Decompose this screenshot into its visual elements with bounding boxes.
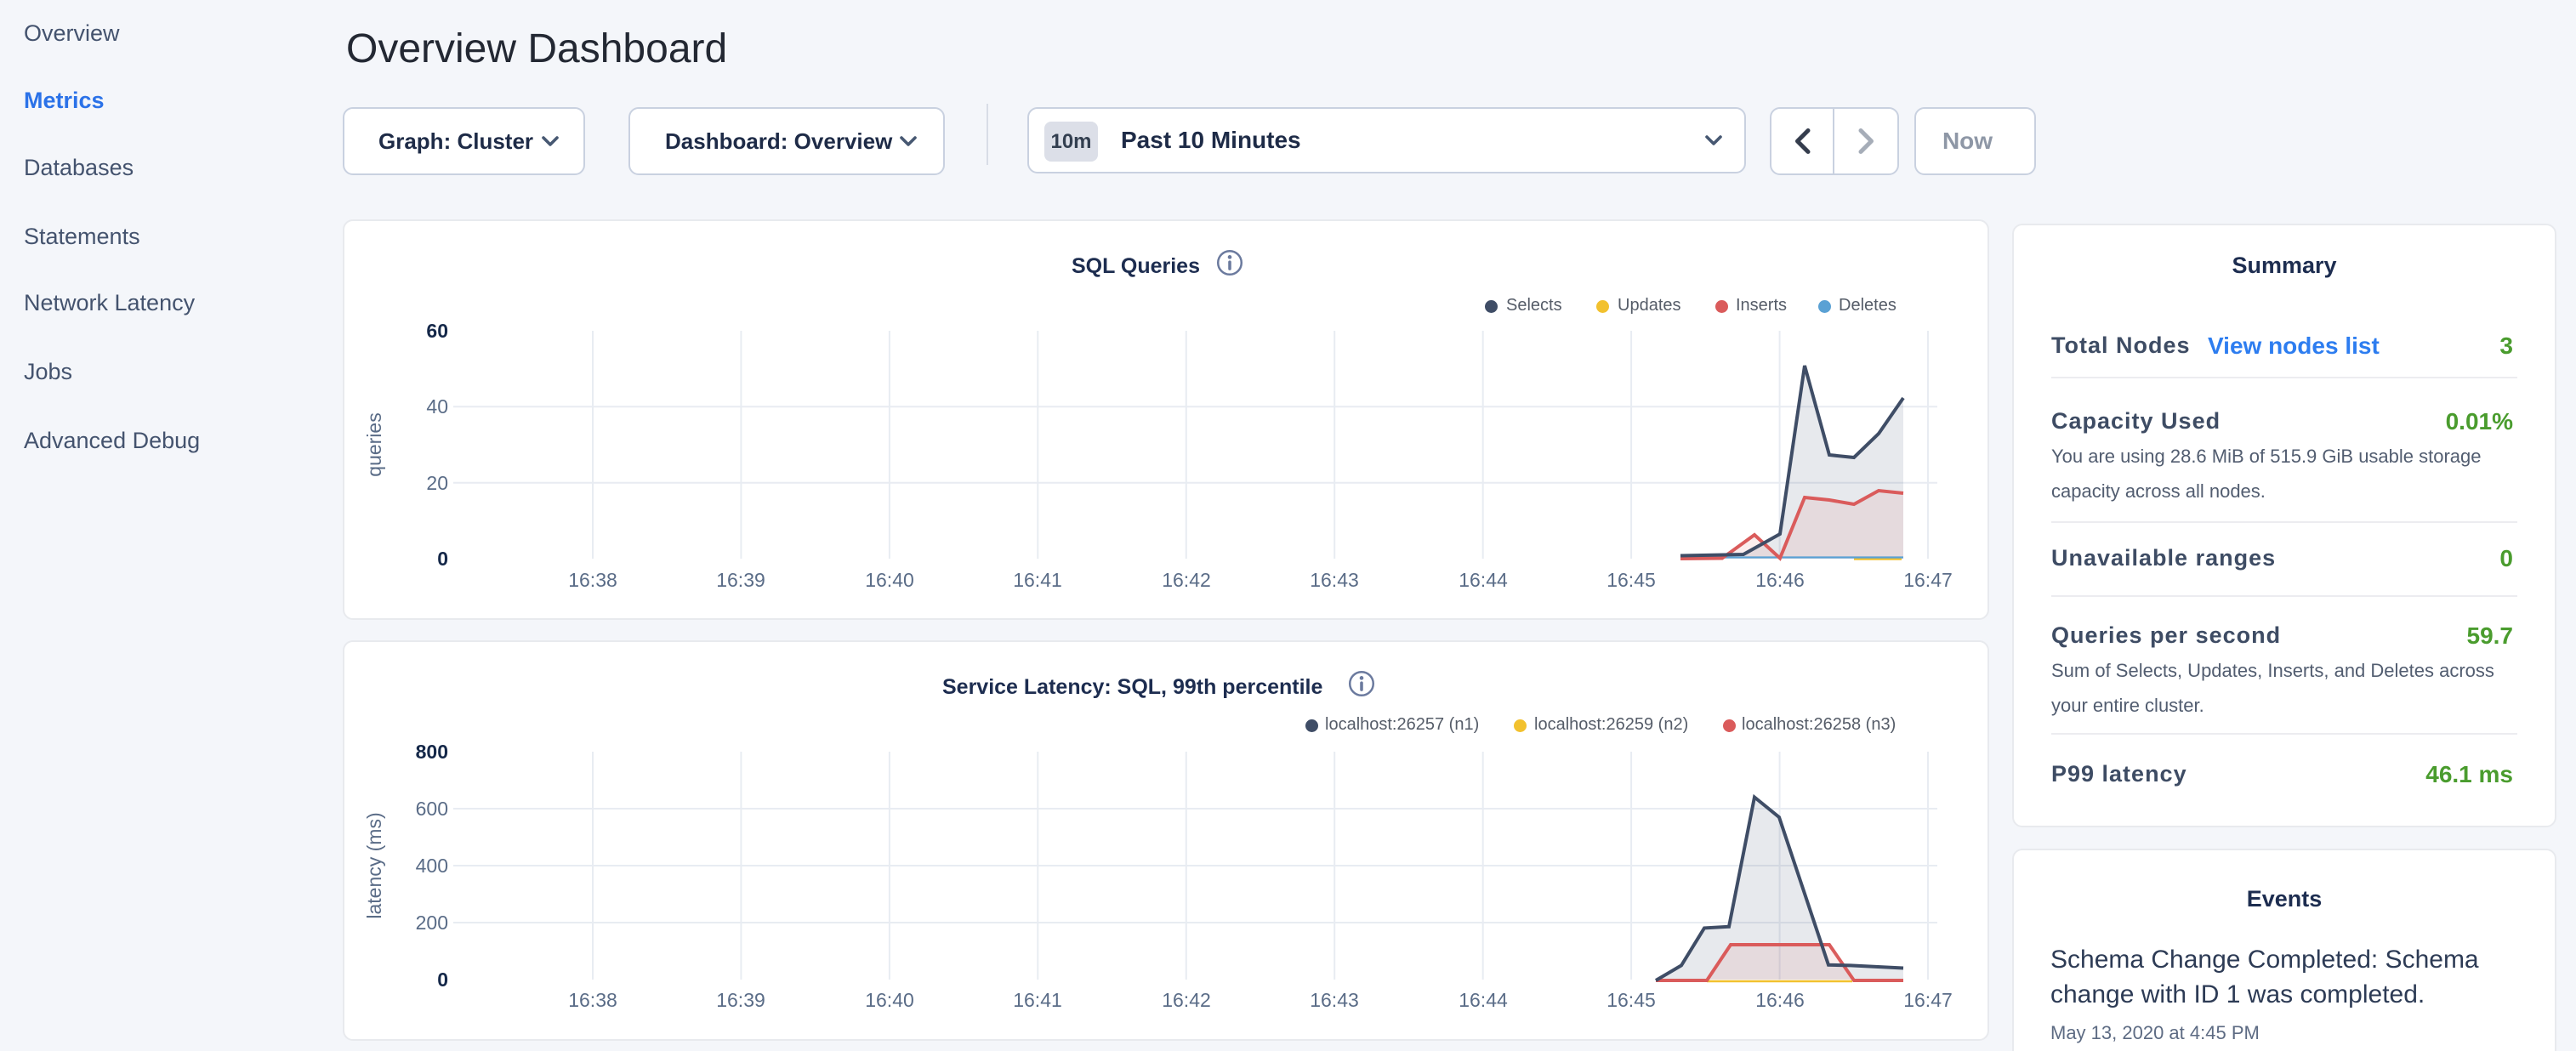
- svg-text:16:43: 16:43: [1310, 989, 1359, 1011]
- svg-text:16:41: 16:41: [1013, 569, 1062, 591]
- svg-text:16:47: 16:47: [1903, 989, 1953, 1011]
- svg-text:0: 0: [437, 548, 448, 570]
- svg-text:16:47: 16:47: [1903, 569, 1953, 591]
- svg-text:16:42: 16:42: [1162, 989, 1211, 1011]
- svg-text:60: 60: [426, 320, 448, 342]
- svg-text:0: 0: [437, 969, 448, 991]
- svg-text:600: 600: [416, 798, 448, 820]
- svg-text:queries: queries: [363, 412, 385, 476]
- svg-text:16:38: 16:38: [568, 989, 617, 1011]
- svg-text:16:46: 16:46: [1755, 569, 1805, 591]
- svg-text:16:45: 16:45: [1606, 989, 1656, 1011]
- svg-text:20: 20: [426, 472, 448, 494]
- svg-text:16:45: 16:45: [1606, 569, 1656, 591]
- svg-text:16:44: 16:44: [1459, 989, 1508, 1011]
- svg-text:800: 800: [416, 741, 448, 763]
- svg-text:16:39: 16:39: [716, 989, 765, 1011]
- svg-text:200: 200: [416, 912, 448, 934]
- svg-text:16:38: 16:38: [568, 569, 617, 591]
- svg-text:16:40: 16:40: [865, 989, 914, 1011]
- svg-text:16:40: 16:40: [865, 569, 914, 591]
- svg-text:40: 40: [426, 395, 448, 418]
- svg-text:16:46: 16:46: [1755, 989, 1805, 1011]
- svg-text:400: 400: [416, 855, 448, 877]
- svg-text:latency (ms): latency (ms): [363, 812, 385, 918]
- svg-text:16:42: 16:42: [1162, 569, 1211, 591]
- svg-text:16:44: 16:44: [1459, 569, 1508, 591]
- svg-text:16:43: 16:43: [1310, 569, 1359, 591]
- svg-text:16:39: 16:39: [716, 569, 765, 591]
- svg-text:16:41: 16:41: [1013, 989, 1062, 1011]
